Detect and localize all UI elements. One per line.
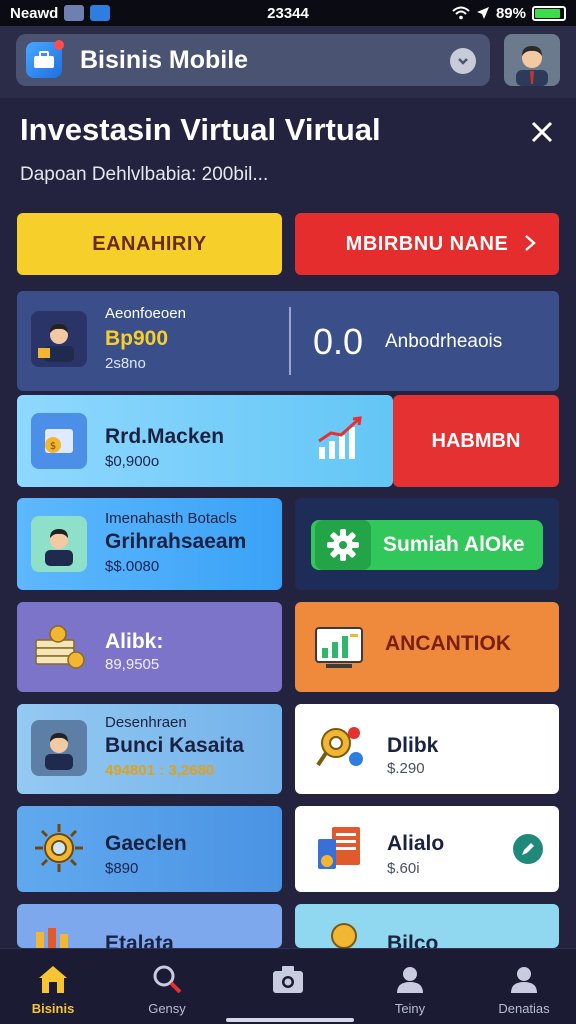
extra-right-title: Bilco — [387, 932, 439, 948]
account-icon — [506, 961, 542, 997]
coin-icon — [313, 920, 369, 948]
battery-icon — [532, 5, 566, 21]
portfolio-action-card: Sumiah AlOke — [295, 498, 559, 590]
profile-icon — [392, 961, 428, 997]
portfolio-sub: $$.0080 — [105, 558, 160, 575]
goals-title: Gaeclen — [105, 832, 187, 855]
search-icon — [149, 961, 185, 997]
extra-card-right[interactable]: Bilco — [295, 904, 559, 948]
close-icon[interactable] — [526, 116, 558, 148]
nav-label: Gensy — [148, 1001, 186, 1016]
investment-title: Rrd.Macken — [105, 425, 225, 448]
nav-item-teiny[interactable]: Teiny — [362, 949, 458, 1024]
gear-icon — [315, 520, 371, 570]
nav-label: Denatias — [498, 1001, 550, 1016]
balance-card[interactable]: Aeonfoeoen Bp900 2s8no 0.0 Anbodrheaois — [17, 291, 559, 391]
nav-label: Teiny — [394, 1001, 426, 1016]
report-sub: $.60i — [387, 860, 420, 877]
coin-store-icon: $ — [31, 413, 87, 469]
settings-card[interactable]: Dlibk $.290 — [295, 704, 559, 794]
svg-text:$: $ — [50, 441, 56, 452]
investment-card[interactable]: $ Rrd.Macken $0,900o — [17, 395, 393, 487]
business-card[interactable]: Desenhraen Bunci Kasaita 494801 : 3,2680 — [17, 704, 282, 794]
savings-card[interactable]: Alibk: 89,9505 — [17, 602, 282, 692]
investor-avatar-icon — [31, 311, 87, 367]
gear-search-icon — [313, 720, 369, 776]
wifi-icon — [452, 6, 470, 20]
portfolio-label: Imenahasth Botacls — [105, 510, 237, 527]
status-bar: Neawd 23344 89% — [0, 0, 576, 26]
savings-title: Alibk: — [105, 630, 164, 653]
bottom-nav: Bisinis Gensy Teiny Denatias — [0, 948, 576, 1024]
settings-sub: $.290 — [387, 760, 425, 777]
chart-board-icon — [311, 619, 367, 675]
report-icon — [313, 820, 369, 876]
goals-card[interactable]: Gaeclen $890 — [17, 806, 282, 892]
chevron-right-icon — [525, 235, 536, 251]
report-card[interactable]: Alialo $.60i — [295, 806, 559, 892]
bar-chart-icon — [31, 924, 87, 948]
nav-item-camera[interactable] — [240, 949, 336, 1024]
secondary-action-label: MBIRBNU NANE — [345, 232, 509, 255]
page-title: Investasin Virtual Virtual — [20, 112, 381, 147]
page-subtitle: Dapoan Dehlvlbabia: 200bil... — [20, 164, 269, 185]
user-avatar[interactable] — [504, 34, 560, 86]
help-icon[interactable] — [450, 48, 476, 74]
logo-badge — [54, 40, 64, 50]
balance-sub: 2s8no — [105, 355, 146, 372]
analytics-title: ANCANTIOK — [385, 632, 511, 655]
investment-sub: $0,900o — [105, 453, 160, 470]
notification-icon — [90, 5, 111, 21]
location-icon — [476, 7, 489, 19]
nav-label: Bisinis — [31, 1001, 75, 1016]
investor-avatar-icon — [31, 720, 87, 776]
camera-icon — [270, 961, 306, 997]
nav-item-bisinis[interactable]: Bisinis — [5, 949, 101, 1024]
portfolio-action-label: Sumiah AlOke — [383, 533, 525, 556]
app-header-pill[interactable]: Bisinis Mobile — [16, 34, 490, 86]
savings-sub: 89,9505 — [105, 656, 160, 673]
goals-sub: $890 — [105, 860, 139, 877]
invest-action-button[interactable]: HABMBN — [393, 395, 559, 487]
battery-level — [535, 8, 560, 18]
settings-title: Dlibk — [387, 734, 439, 757]
money-stack-icon — [31, 619, 87, 675]
briefcase-icon — [26, 40, 64, 78]
business-label: Desenhraen — [105, 714, 187, 731]
carrier-label: Neawd — [10, 4, 59, 22]
balance-value: 0.0 — [313, 321, 364, 362]
nav-item-denatias[interactable]: Denatias — [476, 949, 572, 1024]
edit-icon[interactable] — [513, 834, 543, 864]
home-indicator[interactable] — [226, 1018, 354, 1022]
balance-side-label: Anbodrheaois — [385, 331, 503, 352]
portfolio-action-button[interactable]: Sumiah AlOke — [311, 520, 543, 570]
balance-amount: Bp900 — [105, 327, 169, 350]
primary-action-button[interactable]: EANAHIRIY — [17, 213, 282, 275]
battery-percent: 89% — [495, 4, 526, 22]
investor-avatar-icon — [31, 516, 87, 572]
balance-label: Aeonfoeoen — [105, 305, 186, 322]
secondary-action-button[interactable]: MBIRBNU NANE — [295, 213, 559, 275]
growth-chart-icon — [318, 416, 362, 459]
status-right: 89% — [452, 5, 566, 22]
extra-left-title: Etalata — [105, 932, 174, 948]
business-title: Bunci Kasaita — [105, 734, 244, 757]
balance-divider — [289, 307, 291, 375]
analytics-card[interactable]: ANCANTIOK — [295, 602, 559, 692]
app-title: Bisinis Mobile — [80, 45, 249, 74]
sun-gear-icon — [31, 820, 87, 876]
extra-card-left[interactable]: Etalata — [17, 904, 282, 948]
status-left: Neawd — [10, 4, 111, 22]
home-icon — [35, 961, 71, 997]
nav-item-gensy[interactable]: Gensy — [119, 949, 215, 1024]
portfolio-title: Grihrahsaeam — [105, 530, 247, 553]
portfolio-card[interactable]: Imenahasth Botacls Grihrahsaeam $$.0080 — [17, 498, 282, 590]
avatar-person-icon — [516, 46, 548, 86]
business-sub: 494801 : 3,2680 — [105, 762, 215, 779]
top-app-bar: Bisinis Mobile — [0, 26, 576, 98]
report-title: Alialo — [387, 832, 445, 855]
gallery-icon — [64, 5, 85, 21]
